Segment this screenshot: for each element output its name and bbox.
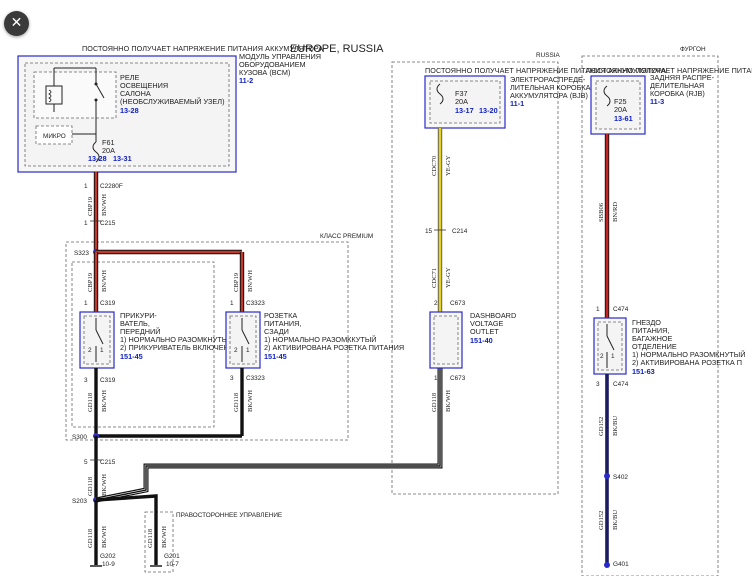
svg-text:GD118: GD118 — [233, 392, 240, 412]
dash-outlet-ref: 151-40 — [470, 336, 493, 345]
bjb-ref: 11-1 — [510, 99, 524, 108]
c673-top-label: C673 — [450, 300, 466, 307]
svg-text:15: 15 — [425, 228, 433, 235]
rear-socket-state-2: 2) АКТИВИРОВАНА РОЗЕТКА ПИТАНИЯ — [264, 343, 404, 352]
svg-text:BN/WH: BN/WH — [101, 270, 108, 292]
x-close-icon: ✕ — [10, 15, 23, 31]
g201-label: G201 — [164, 553, 180, 560]
svg-text:GD118: GD118 — [87, 392, 94, 412]
lighter-state-2: 2) ПРИКУРИВАТЕЛЬ ВКЛЮЧЕН — [120, 343, 229, 352]
c319-top-label: C319 — [100, 300, 116, 307]
svg-text:CBP19: CBP19 — [233, 272, 240, 292]
svg-text:YE-GY: YE-GY — [445, 267, 452, 288]
wiring-diagram: EUROPE, RUSSIA RUSSIA ФУРГОН КЛАСС PREMI… — [0, 0, 752, 576]
cargo-socket-ref: 151-63 — [632, 367, 655, 376]
svg-text:1: 1 — [596, 306, 600, 313]
c673-bot-label: C673 — [450, 375, 466, 382]
svg-text:CBP19: CBP19 — [87, 196, 94, 216]
s300-label: S300 — [72, 434, 87, 441]
f25-amps: 20A — [614, 105, 627, 114]
svg-text:1: 1 — [84, 300, 88, 307]
c3323-top-label: C3323 — [246, 300, 265, 307]
svg-text:GD118: GD118 — [87, 476, 94, 496]
svg-text:1: 1 — [246, 347, 250, 354]
svg-text:3: 3 — [596, 381, 600, 388]
svg-text:1: 1 — [100, 347, 104, 354]
c214-label: C214 — [452, 228, 468, 235]
svg-text:BK/WH: BK/WH — [101, 390, 108, 412]
rjb-ref: 11-3 — [650, 97, 664, 106]
svg-text:BN/WH: BN/WH — [101, 194, 108, 216]
van-label: ФУРГОН — [680, 46, 706, 53]
rear-socket-ref: 151-45 — [264, 352, 287, 361]
svg-text:BK/WH: BK/WH — [161, 526, 168, 548]
svg-text:1: 1 — [434, 375, 438, 382]
svg-text:GD152: GD152 — [598, 417, 605, 436]
s402-label: S402 — [613, 474, 628, 481]
svg-text:GD118: GD118 — [431, 392, 438, 412]
c3323-bot-label: C3323 — [246, 375, 265, 382]
f37-ref-b: 13-20 — [479, 106, 498, 115]
svg-text:YE-GY: YE-GY — [445, 155, 452, 176]
g201-ref: 10-7 — [166, 561, 179, 568]
s203-label: S203 — [72, 498, 87, 505]
svg-text:BK/WH: BK/WH — [101, 474, 108, 496]
splice-s402 — [604, 473, 610, 479]
rhd-label: ПРАВОСТОРОННЕЕ УПРАВЛЕНИЕ — [176, 512, 282, 519]
svg-text:1: 1 — [230, 300, 234, 307]
f25-ref: 13-61 — [614, 114, 633, 123]
c474-bot-label: C474 — [613, 381, 629, 388]
f37-amps: 20A — [455, 97, 468, 106]
relay-label-4: (НЕОБСЛУЖИВАЕМЫЙ УЗЕЛ) — [120, 97, 225, 106]
svg-text:BK/WH: BK/WH — [445, 390, 452, 412]
f61-ref-a: 13-28 — [88, 154, 107, 163]
svg-text:BK/BU: BK/BU — [612, 510, 619, 530]
dash-outlet-label-3: OUTLET — [470, 327, 499, 336]
g401-label: G401 — [613, 561, 629, 568]
cargo-socket-state-2: 2) АКТИВИРОВАНА РОЗЕТКА П — [632, 358, 742, 367]
svg-text:GD118: GD118 — [87, 528, 94, 548]
svg-text:BN/WH: BN/WH — [247, 270, 254, 292]
micro-label: МИКРО — [43, 133, 66, 140]
svg-text:2: 2 — [88, 347, 92, 354]
close-button[interactable]: ✕ — [4, 11, 29, 36]
c2280f-label: C2280F — [100, 183, 123, 190]
relay-ref: 13-28 — [120, 106, 139, 115]
ground-g401-icon — [604, 562, 610, 568]
svg-text:3: 3 — [230, 375, 234, 382]
svg-text:2: 2 — [600, 353, 604, 360]
svg-text:5: 5 — [84, 459, 88, 466]
svg-text:2: 2 — [434, 300, 438, 307]
svg-text:1: 1 — [84, 183, 88, 190]
svg-text:CDC70: CDC70 — [431, 155, 438, 176]
f37-ref-a: 13-17 — [455, 106, 474, 115]
c474-top-label: C474 — [613, 306, 629, 313]
c215-top-label: C215 — [100, 220, 116, 227]
f61-ref-b: 13-31 — [113, 154, 132, 163]
g202-ref: 10-9 — [102, 561, 115, 568]
schematic: EUROPE, RUSSIA RUSSIA ФУРГОН КЛАСС PREMI… — [17, 43, 752, 576]
russia-label: RUSSIA — [536, 52, 561, 59]
svg-text:BN/RD: BN/RD — [612, 202, 619, 222]
svg-text:GD118: GD118 — [147, 528, 154, 548]
bcm-ref: 11-2 — [239, 76, 253, 85]
svg-text:CDC71: CDC71 — [431, 268, 438, 288]
c319-bot-label: C319 — [100, 377, 116, 384]
svg-text:1: 1 — [611, 353, 615, 360]
svg-text:2: 2 — [234, 347, 238, 354]
svg-text:BK/WH: BK/WH — [101, 526, 108, 548]
svg-text:GD152: GD152 — [598, 511, 605, 530]
svg-text:1: 1 — [84, 220, 88, 227]
svg-text:CBP19: CBP19 — [87, 272, 94, 292]
lighter-ref: 151-45 — [120, 352, 143, 361]
svg-text:BK/WH: BK/WH — [247, 390, 254, 412]
g202-label: G202 — [100, 553, 116, 560]
s323-label: S323 — [74, 250, 89, 257]
svg-text:SBB06: SBB06 — [598, 202, 605, 222]
premium-label: КЛАСС PREMIUM — [320, 233, 373, 240]
svg-text:BK/BU: BK/BU — [612, 416, 619, 436]
c215-bot-label: C215 — [100, 459, 116, 466]
svg-text:3: 3 — [84, 377, 88, 384]
